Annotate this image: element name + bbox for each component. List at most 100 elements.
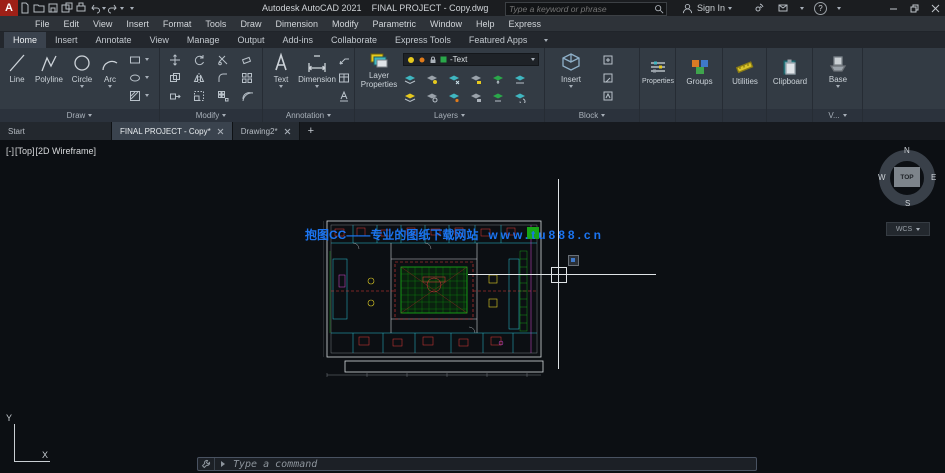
scale-icon[interactable]	[192, 89, 206, 103]
panel-view-footer[interactable]: V...	[813, 109, 862, 122]
ribbon-tab-addins[interactable]: Add-ins	[273, 32, 322, 48]
hatch-icon[interactable]	[128, 89, 142, 103]
close-icon[interactable]	[928, 1, 942, 15]
write-block-icon[interactable]	[601, 71, 615, 85]
ellipse-dropdown-icon[interactable]	[145, 76, 149, 79]
ribbon-tab-featured-apps[interactable]: Featured Apps	[460, 32, 537, 48]
attributes-icon[interactable]	[601, 89, 615, 103]
drawing-canvas[interactable]: [-] [Top] [2D Wireframe] 抱图CC——专业的图纸下载网站…	[0, 140, 945, 473]
dimension-button[interactable]: Dimension	[298, 52, 336, 88]
arc-button[interactable]: Arc	[98, 52, 122, 88]
ribbon-tab-home[interactable]: Home	[4, 32, 47, 48]
erase-icon[interactable]	[240, 53, 254, 67]
text-dropdown-icon[interactable]	[279, 85, 283, 88]
menu-help[interactable]: Help	[469, 16, 502, 32]
rectangle-icon[interactable]	[128, 53, 142, 67]
stay-connected-icon[interactable]	[776, 1, 790, 15]
autodesk-360-icon[interactable]	[752, 1, 766, 15]
layer-freeze-icon[interactable]	[447, 72, 461, 86]
minimize-icon[interactable]	[886, 1, 900, 15]
search-input[interactable]	[506, 4, 652, 14]
arc-dropdown-icon[interactable]	[108, 85, 112, 88]
connect-dropdown-icon[interactable]	[800, 6, 804, 10]
menu-express[interactable]: Express	[502, 16, 549, 32]
line-button[interactable]: Line	[4, 52, 30, 84]
rotate-icon[interactable]	[192, 53, 206, 67]
trim-icon[interactable]	[216, 53, 230, 67]
layer-walk-icon[interactable]	[491, 90, 505, 104]
ellipse-icon[interactable]	[128, 71, 142, 85]
menu-edit[interactable]: Edit	[57, 16, 87, 32]
insert-dropdown-icon[interactable]	[569, 85, 573, 88]
dimension-dropdown-icon[interactable]	[315, 85, 319, 88]
ribbon-tab-express-tools[interactable]: Express Tools	[386, 32, 460, 48]
text-style-icon[interactable]	[337, 89, 351, 103]
layer-on-icon[interactable]	[403, 90, 417, 104]
menu-parametric[interactable]: Parametric	[366, 16, 424, 32]
save-icon[interactable]	[46, 1, 60, 15]
redo-dropdown-icon[interactable]	[120, 6, 124, 10]
new-file-icon[interactable]	[18, 1, 32, 15]
viewport-style-button[interactable]: [2D Wireframe]	[36, 146, 97, 156]
sign-in-area[interactable]: Sign In	[680, 0, 733, 16]
ribbon-tab-insert[interactable]: Insert	[46, 32, 87, 48]
groups-button[interactable]: Groups	[680, 58, 719, 86]
ribbon-tab-output[interactable]: Output	[228, 32, 273, 48]
viewcube-east[interactable]: E	[931, 173, 936, 182]
polyline-button[interactable]: Polyline	[32, 52, 66, 84]
command-line[interactable]: Type a command	[197, 457, 757, 471]
menu-window[interactable]: Window	[423, 16, 469, 32]
clipboard-button[interactable]: Clipboard	[771, 58, 809, 86]
panel-annotation-footer[interactable]: Annotation	[263, 109, 354, 122]
viewcube-north[interactable]: N	[904, 146, 910, 155]
make-current-icon[interactable]	[491, 72, 505, 86]
match-layer-icon[interactable]	[513, 72, 527, 86]
menu-modify[interactable]: Modify	[325, 16, 366, 32]
utilities-button[interactable]: Utilities	[726, 58, 764, 86]
mirror-icon[interactable]	[192, 71, 206, 85]
file-tab2-close-icon[interactable]	[284, 128, 291, 135]
circle-dropdown-icon[interactable]	[80, 85, 84, 88]
layer-unlock-icon[interactable]	[469, 90, 483, 104]
properties-button[interactable]: Properties	[641, 58, 675, 86]
layer-isolate-icon[interactable]	[425, 72, 439, 86]
table-icon[interactable]	[337, 71, 351, 85]
layer-previous-icon[interactable]	[513, 90, 527, 104]
new-drawing-tab-button[interactable]: +	[300, 122, 322, 140]
menu-tools[interactable]: Tools	[198, 16, 233, 32]
ribbon-tab-manage[interactable]: Manage	[178, 32, 229, 48]
layer-properties-button[interactable]: Layer Properties	[359, 52, 399, 89]
viewcube[interactable]: N W E S TOP	[877, 146, 937, 208]
file-tab-active[interactable]: FINAL PROJECT - Copy*	[112, 122, 233, 140]
save-as-icon[interactable]	[60, 1, 74, 15]
panel-draw-footer[interactable]: Draw	[0, 109, 159, 122]
base-dropdown-icon[interactable]	[836, 85, 840, 88]
help-icon[interactable]: ?	[814, 1, 827, 15]
viewcube-south[interactable]: S	[905, 199, 910, 208]
panel-layers-footer[interactable]: Layers	[355, 109, 544, 122]
viewport-view-button[interactable]: [Top]	[15, 146, 35, 156]
text-button[interactable]: Text	[268, 52, 294, 88]
menu-draw[interactable]: Draw	[233, 16, 268, 32]
menu-file[interactable]: File	[28, 16, 57, 32]
viewport-menu-button[interactable]: [-]	[6, 146, 14, 156]
restore-icon[interactable]	[907, 1, 921, 15]
menu-dimension[interactable]: Dimension	[268, 16, 325, 32]
help-search-box[interactable]	[505, 2, 667, 16]
ribbon-tab-collaborate[interactable]: Collaborate	[322, 32, 386, 48]
ribbon-tab-annotate[interactable]: Annotate	[87, 32, 141, 48]
fillet-icon[interactable]	[216, 71, 230, 85]
copy-icon[interactable]	[168, 71, 182, 85]
array-icon[interactable]	[216, 89, 230, 103]
circle-button[interactable]: Circle	[68, 52, 96, 88]
layer-dropdown[interactable]: -Text	[403, 53, 539, 66]
move-icon[interactable]	[168, 53, 182, 67]
plot-icon[interactable]	[74, 1, 88, 15]
autocad-logo-icon[interactable]: A	[0, 0, 18, 16]
viewcube-top-face[interactable]: TOP	[894, 167, 920, 187]
base-button[interactable]: Base	[821, 54, 855, 88]
qat-dropdown-icon[interactable]	[130, 6, 134, 10]
create-block-icon[interactable]	[601, 53, 615, 67]
file-tab-drawing2[interactable]: Drawing2*	[232, 122, 300, 140]
layer-off-icon[interactable]	[403, 72, 417, 86]
